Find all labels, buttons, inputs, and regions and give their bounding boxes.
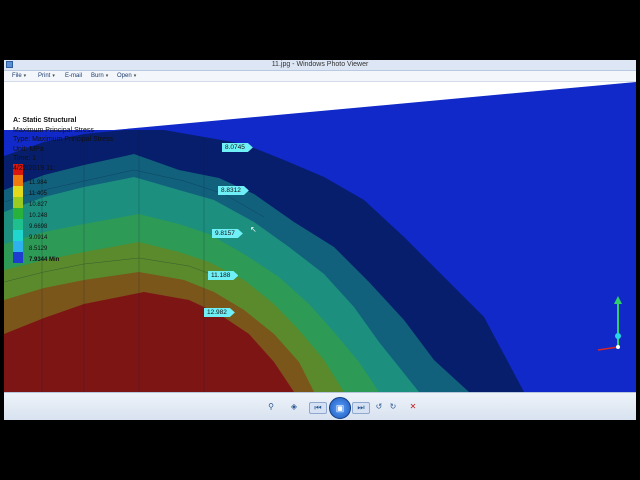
- legend-swatch: [13, 186, 23, 197]
- axis-triad-icon: [597, 296, 622, 351]
- probe-label[interactable]: 9.8157: [212, 229, 243, 238]
- playback-toolbar: ⚲ ◈ ⏮ ▣ ⏭ ↺ ↻ ✕: [4, 392, 636, 420]
- rotate-right-icon[interactable]: ↻: [388, 402, 398, 412]
- zoom-icon[interactable]: ⚲: [264, 402, 278, 412]
- legend-label: 11.984: [29, 180, 47, 186]
- chevron-down-icon: ▾: [23, 73, 27, 79]
- legend-label: 8.5129: [29, 246, 48, 252]
- legend-label: 10.248: [29, 213, 48, 219]
- title-bar: 11.jpg - Windows Photo Viewer: [4, 60, 636, 71]
- legend-label: 9.6698: [29, 224, 48, 230]
- rotate-left-icon[interactable]: ↺: [374, 402, 384, 412]
- legend-swatch: [13, 197, 23, 208]
- window-title: 11.jpg - Windows Photo Viewer: [271, 61, 369, 68]
- analysis-date: 4/22/2019 11:: [13, 164, 56, 172]
- analysis-info: A: Static Structural Maximum Principal S…: [13, 116, 113, 173]
- analysis-header: A: Static Structural: [13, 117, 77, 124]
- menu-open[interactable]: Open ▾: [117, 72, 136, 80]
- menu-email[interactable]: E-mail: [65, 72, 82, 80]
- delete-icon[interactable]: ✕: [407, 402, 419, 412]
- chevron-down-icon: ▾: [105, 73, 109, 79]
- previous-button[interactable]: ⏮: [309, 402, 327, 414]
- legend-min-label: 7.9344 Min: [29, 257, 60, 263]
- menu-email-label: E-mail: [65, 73, 83, 79]
- legend-label: 10.827: [29, 202, 48, 208]
- menu-file-label: File: [12, 73, 22, 79]
- menu-bar: File ▾ Print ▾ E-mail Burn ▾ Open ▾: [4, 71, 636, 82]
- probe-label[interactable]: 8.0745: [222, 143, 253, 152]
- analysis-type: Type: Maximum Principal Stress: [13, 136, 113, 143]
- next-button[interactable]: ⏭: [352, 402, 370, 414]
- menu-burn[interactable]: Burn ▾: [91, 72, 108, 80]
- menu-file[interactable]: File ▾: [12, 72, 26, 80]
- image-viewport[interactable]: A: Static Structural Maximum Principal S…: [4, 82, 636, 392]
- legend-swatch: [13, 175, 23, 186]
- menu-burn-label: Burn: [91, 73, 104, 79]
- slideshow-play-button[interactable]: ▣: [329, 397, 351, 419]
- chevron-down-icon: ▾: [133, 73, 137, 79]
- analysis-result: Maximum Principal Stress: [13, 126, 94, 134]
- analysis-time: Time: 1: [13, 155, 37, 162]
- menu-open-label: Open: [117, 73, 132, 79]
- legend-swatch: [13, 241, 23, 252]
- analysis-unit: Unit: MPa: [13, 145, 44, 153]
- legend-swatch: [13, 252, 23, 263]
- mouse-cursor-icon: ↖: [250, 225, 257, 234]
- probe-label[interactable]: 12.982: [204, 308, 235, 317]
- probe-label[interactable]: 8.8312: [218, 186, 249, 195]
- probe-label[interactable]: 11.188: [208, 271, 238, 280]
- legend-swatch: [13, 230, 23, 241]
- menu-print[interactable]: Print ▾: [38, 72, 55, 80]
- legend-swatch: [13, 208, 23, 219]
- chevron-down-icon: ▾: [52, 73, 55, 79]
- legend-label: 11.405: [29, 191, 47, 197]
- menu-print-label: Print: [38, 73, 51, 79]
- fit-window-icon[interactable]: ◈: [289, 402, 299, 412]
- photo-viewer-window: 11.jpg - Windows Photo Viewer File ▾ Prin…: [4, 60, 636, 420]
- legend-label: 9.0914: [29, 235, 48, 241]
- legend-swatch: [13, 219, 23, 230]
